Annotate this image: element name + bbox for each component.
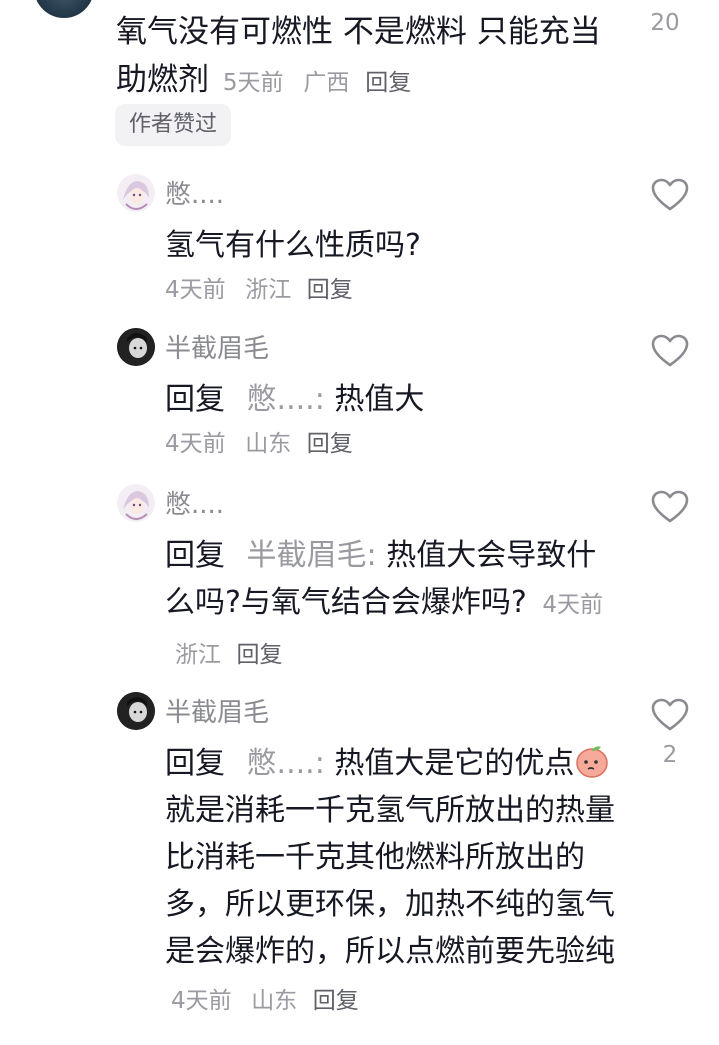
reply-body: 热值大是它的优点 [334, 746, 575, 781]
reply-time: 4天前 [542, 592, 604, 618]
username[interactable]: 半截眉毛 [165, 692, 269, 729]
peach-emoji-icon [574, 743, 610, 779]
username[interactable]: 憋.... [165, 484, 224, 521]
comment-text: 氧气没有可燃性 不是燃料 只能充当助燃剂 5天前 广西 回复 [116, 8, 616, 107]
heart-icon[interactable] [651, 490, 689, 524]
reply-button[interactable]: 回复 [307, 277, 353, 303]
avatar[interactable] [117, 484, 155, 522]
reply-time: 4天前 [165, 431, 226, 457]
heart-icon[interactable] [651, 334, 689, 368]
reply-target[interactable]: 憋.... [247, 382, 315, 417]
reply-prefix: 回复 [165, 382, 225, 417]
reply-meta: 4天前 山东 回复 [165, 418, 620, 468]
reply-button[interactable]: 回复 [313, 988, 359, 1014]
comment-time: 5天前 [222, 70, 284, 96]
reply-location: 浙江 [175, 642, 221, 668]
reply-text: 回复 憋....: 热值大 [165, 382, 425, 417]
like-count: 20 [650, 10, 680, 36]
comment-location: 广西 [303, 70, 350, 96]
reply-button[interactable]: 回复 [307, 431, 353, 457]
username[interactable]: 半截眉毛 [165, 328, 269, 365]
author-liked-badge: 作者赞过 [115, 104, 232, 146]
reply-body: 热值大 [334, 382, 425, 417]
reply-text: 回复 憋....: 热值大是它的优点就是消耗一千克氢气所放出的热量比消耗一千克其… [165, 740, 620, 1025]
username[interactable]: 憋.... [165, 174, 224, 211]
reply-button[interactable]: 回复 [365, 70, 411, 96]
avatar[interactable] [117, 174, 155, 212]
avatar[interactable] [34, 0, 94, 18]
reply-time: 4天前 [165, 277, 226, 303]
comment-body: 氧气没有可燃性 不是燃料 只能充当助燃剂 [116, 14, 601, 98]
reply-body: 氢气有什么性质吗? [165, 228, 421, 263]
reply-location: 山东 [251, 988, 298, 1014]
reply-text: 氢气有什么性质吗? [165, 222, 620, 269]
reply-prefix: 回复 [165, 746, 225, 781]
heart-icon[interactable] [651, 178, 689, 212]
reply-body-continued: 就是消耗一千克氢气所放出的热量比消耗一千克其他燃料所放出的多，所以更环保，加热不… [165, 793, 615, 969]
reply-target[interactable]: 半截眉毛 [247, 538, 367, 573]
reply-text: 回复 半截眉毛: 热值大会导致什么吗?与氧气结合会爆炸吗? 4天前 浙江 回复 [165, 538, 604, 668]
avatar[interactable] [117, 692, 155, 730]
reply-target[interactable]: 憋.... [247, 746, 315, 781]
reply-time: 4天前 [171, 988, 232, 1014]
reply-button[interactable]: 回复 [237, 642, 283, 668]
like-count: 2 [662, 742, 678, 768]
reply-meta: 4天前 浙江 回复 [165, 264, 620, 314]
reply-location: 山东 [245, 431, 292, 457]
reply-location: 浙江 [245, 277, 292, 303]
reply-prefix: 回复 [165, 538, 225, 573]
heart-icon[interactable] [651, 698, 689, 732]
avatar[interactable] [117, 328, 155, 366]
